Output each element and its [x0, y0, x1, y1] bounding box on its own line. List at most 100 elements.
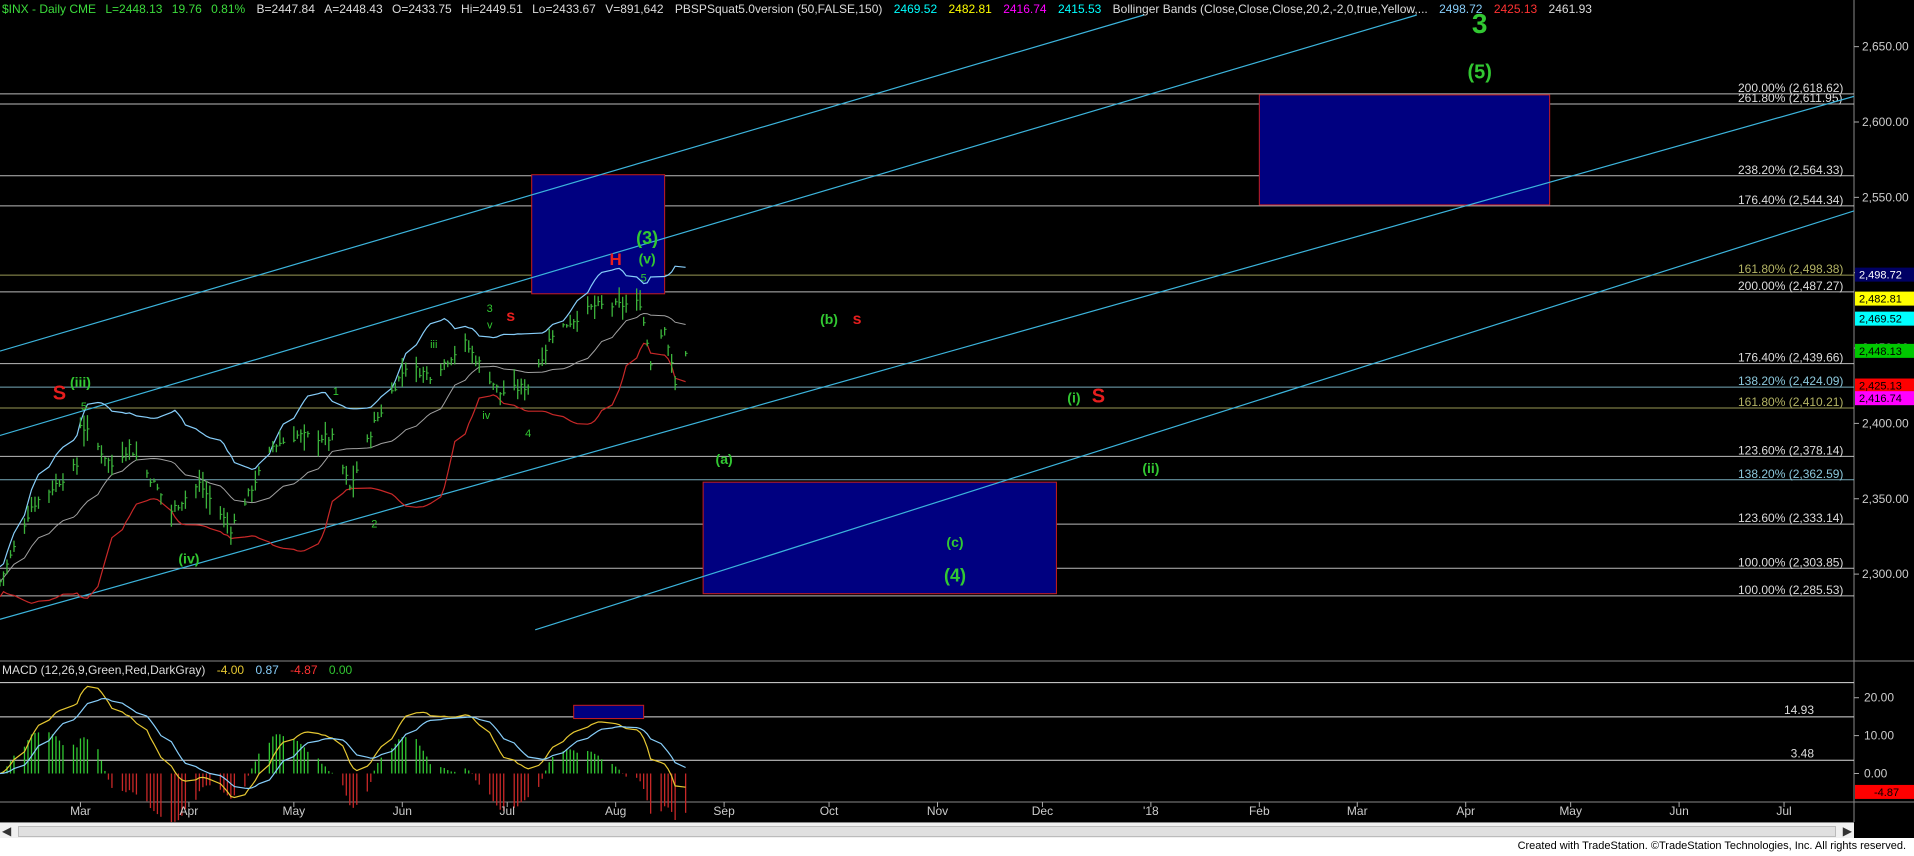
macd-value-1: -4.00 [216, 663, 245, 677]
chart-header: $INX - Daily CME L=2448.13 19.76 0.81% B… [2, 2, 1592, 16]
wave-label: (5) [1467, 61, 1491, 83]
time-tick-label: Apr [180, 804, 199, 818]
time-tick-label: Sep [713, 804, 735, 818]
fib-label: 176.40% (2,439.66) [1738, 351, 1843, 365]
wave-label: iii [430, 339, 437, 351]
change-pct: 0.81% [211, 2, 246, 16]
bollinger-value-3: 2461.93 [1548, 2, 1592, 16]
wave-label: 2 [371, 518, 377, 530]
macd-tick-label: 10.00 [1864, 729, 1894, 743]
fib-label: 238.20% (2,564.33) [1738, 163, 1843, 177]
scroll-thumb[interactable] [18, 826, 1836, 837]
macd-box [573, 704, 645, 720]
fib-label: 161.80% (2,498.38) [1738, 262, 1843, 276]
footer: Created with TradeStation. ©TradeStation… [0, 838, 1914, 856]
price-tick-label: 2,350.00 [1862, 492, 1909, 506]
macd-value-4: 0.00 [328, 663, 353, 677]
time-tick-label: Jul [1776, 804, 1791, 818]
ask-value: A=2448.43 [324, 2, 383, 16]
time-tick-label: Jun [393, 804, 412, 818]
symbol-label: $INX - Daily CME [2, 2, 97, 16]
indicator-value-2: 2482.81 [948, 2, 992, 16]
last-price: L=2448.13 [105, 2, 163, 16]
target-box [702, 481, 1057, 595]
time-tick-label: Apr [1456, 804, 1475, 818]
wave-label: 1 [333, 386, 339, 398]
scroll-left-arrow-icon[interactable]: ◀ [2, 824, 11, 838]
chart-background [0, 0, 1914, 822]
chart-canvas: 2,650.002,600.002,550.002,500.002,450.00… [0, 0, 1914, 823]
wave-label: iv [482, 410, 490, 422]
wave-label: H [610, 250, 622, 269]
wave-label: (i) [1067, 389, 1080, 405]
wave-label: (3) [636, 228, 658, 248]
time-tick-label: May [1559, 804, 1582, 818]
indicator-label: PBSPSquat5.0version (50,FALSE,150) [674, 2, 883, 16]
volume-value: V=891,642 [605, 2, 664, 16]
bollinger-value-1: 2498.72 [1439, 2, 1483, 16]
macd-tick-label: 20.00 [1864, 691, 1894, 705]
macd-level-label: 14.93 [1784, 703, 1814, 717]
price-tag-label: 2,416.74 [1859, 393, 1902, 405]
wave-label: (a) [716, 451, 733, 467]
time-tick-label: Oct [820, 804, 839, 818]
price-tick-label: 2,400.00 [1862, 416, 1909, 430]
price-tick-label: 2,600.00 [1862, 115, 1909, 129]
fib-label: 100.00% (2,285.53) [1738, 583, 1843, 597]
price-tick-label: 2,300.00 [1862, 567, 1909, 581]
macd-level-label: 3.48 [1791, 746, 1815, 760]
bid-value: B=2447.84 [256, 2, 315, 16]
time-tick-label: '18 [1143, 804, 1159, 818]
bollinger-value-2: 2425.13 [1493, 2, 1538, 16]
time-tick-label: Jun [1669, 804, 1688, 818]
fib-label: 123.60% (2,378.14) [1738, 443, 1843, 457]
macd-tick-label: 0.00 [1864, 766, 1888, 780]
wave-label: S [1092, 385, 1105, 407]
price-tag-label: 2,498.72 [1859, 270, 1902, 282]
indicator-value-4: 2415.53 [1057, 2, 1102, 16]
bollinger-label: Bollinger Bands (Close,Close,Close,20,2,… [1112, 2, 1428, 16]
time-tick-label: Feb [1249, 804, 1270, 818]
wave-label: s [853, 311, 862, 328]
wave-label: (ii) [1142, 460, 1159, 476]
time-tick-label: Mar [70, 804, 91, 818]
copyright-text: Created with TradeStation. ©TradeStation… [1517, 840, 1906, 852]
wave-label: s [506, 308, 515, 325]
fib-label: 200.00% (2,487.27) [1738, 279, 1843, 293]
wave-label: v [487, 319, 493, 331]
fib-label: 261.80% (2,611.95) [1738, 91, 1843, 105]
macd-value-3: -4.87 [290, 663, 318, 677]
indicator-value-1: 2469.52 [893, 2, 938, 16]
time-tick-label: Mar [1347, 804, 1368, 818]
time-tick-label: Nov [927, 804, 948, 818]
wave-label: (b) [820, 311, 838, 327]
fib-label: 176.40% (2,544.34) [1738, 193, 1843, 207]
price-tag-label: 2,425.13 [1859, 381, 1902, 393]
wave-label: 4 [525, 428, 531, 440]
wave-label: (4) [944, 566, 966, 586]
macd-header: MACD (12,26,9,Green,Red,DarkGray) -4.00 … [2, 663, 352, 677]
time-tick-label: Jul [500, 804, 515, 818]
change-value: 19.76 [171, 2, 202, 16]
fib-label: 138.20% (2,424.09) [1738, 374, 1843, 388]
time-tick-label: Dec [1032, 804, 1053, 818]
fib-label: 138.20% (2,362.59) [1738, 467, 1843, 481]
low-value: Lo=2433.67 [532, 2, 596, 16]
price-tick-label: 2,550.00 [1862, 190, 1909, 204]
horizontal-scrollbar[interactable]: ◀ ▶ [0, 822, 1854, 839]
macd-label: MACD (12,26,9,Green,Red,DarkGray) [2, 663, 206, 677]
open-value: O=2433.75 [391, 2, 452, 16]
fib-label: 161.80% (2,410.21) [1738, 395, 1843, 409]
macd-value-2: 0.87 [255, 663, 279, 677]
indicator-value-3: 2416.74 [1003, 2, 1047, 16]
wave-label: (iv) [178, 551, 199, 567]
wave-label: 3 [487, 303, 493, 315]
price-tick-label: 2,650.00 [1862, 40, 1909, 54]
wave-label: (iii) [70, 374, 91, 390]
time-tick-label: Aug [605, 804, 626, 818]
wave-label: S [53, 382, 66, 404]
scroll-right-arrow-icon[interactable]: ▶ [1843, 824, 1852, 838]
fib-label: 100.00% (2,303.85) [1738, 555, 1843, 569]
price-tag-label: 2,482.81 [1859, 294, 1902, 306]
high-value: Hi=2449.51 [461, 2, 523, 16]
